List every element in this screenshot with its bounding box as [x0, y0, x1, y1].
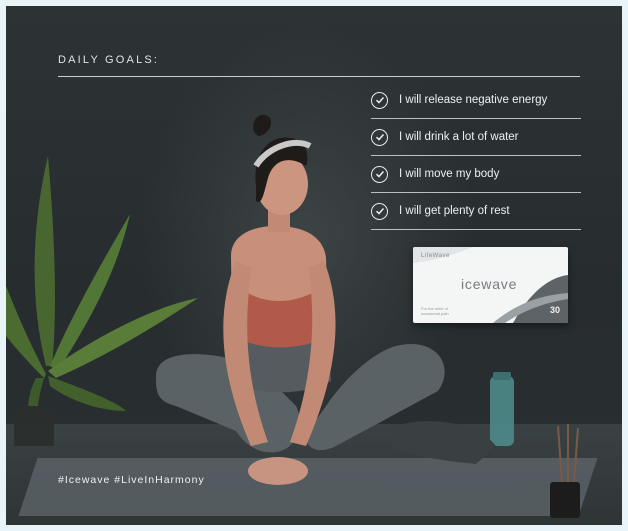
goal-item: I will move my body — [371, 156, 581, 193]
hashtags: #Icewave #LiveInHarmony — [58, 474, 205, 486]
goal-item: I will release negative energy — [371, 82, 581, 119]
ad-card: DAILY GOALS: I will release negative ene… — [6, 6, 622, 525]
check-circle-icon — [371, 202, 388, 220]
goals-list: I will release negative energy I will dr… — [371, 82, 581, 230]
water-bottle-illustration — [490, 372, 514, 446]
icewave-product-box: LifeWave icewave For the relief of occas… — [413, 247, 568, 323]
goal-item: I will get plenty of rest — [371, 193, 581, 230]
goal-label: I will get plenty of rest — [399, 205, 510, 217]
towel-illustration — [391, 421, 496, 464]
goal-item: I will drink a lot of water — [371, 119, 581, 156]
goal-label: I will release negative energy — [399, 94, 548, 106]
goal-label: I will move my body — [399, 168, 500, 180]
title-divider — [58, 76, 580, 77]
goal-label: I will drink a lot of water — [399, 131, 519, 143]
incense-holder-illustration — [550, 424, 580, 518]
product-count: 30 — [549, 305, 560, 315]
check-circle-icon — [371, 165, 388, 183]
product-fine-print: For the relief of occasional pain — [421, 306, 449, 316]
product-name: icewave — [461, 276, 518, 292]
daily-goals-title: DAILY GOALS: — [58, 54, 160, 66]
product-brand: LifeWave — [421, 253, 450, 259]
check-circle-icon — [371, 91, 388, 109]
check-circle-icon — [371, 128, 388, 146]
